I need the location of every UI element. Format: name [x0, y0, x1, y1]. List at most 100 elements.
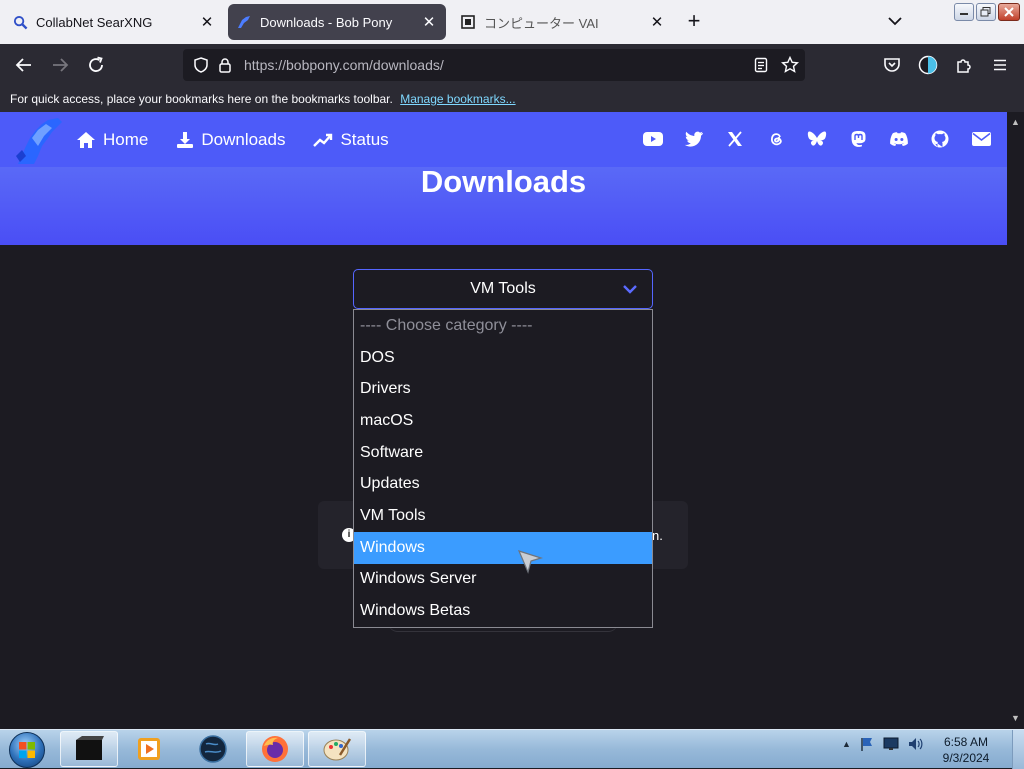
trending-up-icon — [313, 133, 333, 147]
scroll-down-arrow-icon[interactable]: ▼ — [1011, 714, 1020, 723]
site-header: Home Downloads Status — [0, 112, 1007, 167]
download-icon — [177, 132, 194, 148]
home-icon — [77, 132, 95, 148]
show-desktop-button[interactable] — [1012, 730, 1024, 769]
system-tray: ▲ — [842, 736, 923, 752]
option-windows-server[interactable]: Windows Server — [354, 564, 652, 596]
arrow-left-icon — [15, 58, 31, 72]
reader-view-icon[interactable] — [749, 53, 773, 77]
list-all-tabs-button[interactable] — [884, 10, 906, 32]
back-button[interactable] — [12, 53, 36, 77]
tab-downloads[interactable]: Downloads - Bob Pony ✕ — [228, 4, 446, 40]
extensions-puzzle-icon[interactable] — [952, 53, 976, 77]
option-macos[interactable]: macOS — [354, 405, 652, 437]
chevron-down-icon — [623, 285, 637, 294]
github-icon[interactable] — [930, 129, 950, 149]
url-text[interactable]: https://bobpony.com/downloads/ — [244, 57, 444, 73]
manage-bookmarks-link[interactable]: Manage bookmarks... — [400, 92, 515, 106]
arrow-right-icon — [53, 58, 69, 72]
info-alert-text: n. — [652, 528, 663, 543]
nav-downloads[interactable]: Downloads — [176, 130, 285, 150]
category-select-value: VM Tools — [470, 280, 536, 297]
dark-reader-extension-icon[interactable] — [916, 53, 940, 77]
bookmarks-hint: For quick access, place your bookmarks h… — [10, 92, 393, 106]
bobpony-logo-icon[interactable] — [12, 116, 64, 166]
mouse-cursor-icon — [517, 550, 544, 574]
option-software[interactable]: Software — [354, 437, 652, 469]
nav-home-label: Home — [103, 130, 149, 149]
system-clock[interactable]: 6:58 AM 9/3/2024 — [936, 734, 996, 766]
option-windows[interactable]: Windows — [354, 531, 652, 564]
show-hidden-icons-icon[interactable]: ▲ — [842, 739, 851, 749]
volume-speaker-icon[interactable] — [907, 736, 923, 752]
clock-date: 9/3/2024 — [942, 751, 990, 765]
tab-strip: CollabNet SearXNG ✕ Downloads - Bob Pony… — [0, 0, 1024, 44]
forward-button[interactable] — [48, 53, 72, 77]
scroll-up-arrow-icon[interactable]: ▲ — [1011, 118, 1020, 127]
option-updates[interactable]: Updates — [354, 468, 652, 500]
nav-status[interactable]: Status — [313, 130, 389, 150]
page-favicon-icon — [460, 14, 476, 30]
mastodon-icon[interactable] — [848, 129, 868, 149]
discord-icon[interactable] — [889, 129, 909, 149]
tab-title: CollabNet SearXNG — [36, 14, 153, 30]
menu-hamburger-icon[interactable] — [988, 53, 1012, 77]
nav-downloads-label: Downloads — [201, 130, 286, 149]
option-vm-tools[interactable]: VM Tools — [354, 500, 652, 532]
close-tab-icon[interactable]: ✕ — [420, 13, 438, 31]
minimize-button[interactable] — [954, 3, 974, 21]
nav-status-label: Status — [340, 130, 389, 149]
tab-searxng[interactable]: CollabNet SearXNG ✕ — [4, 4, 224, 40]
firefox-icon — [262, 736, 288, 762]
shield-icon[interactable] — [189, 53, 213, 77]
taskbar-media-player[interactable] — [120, 731, 178, 767]
network-monitor-icon[interactable] — [883, 736, 899, 752]
windows-logo-icon — [9, 731, 45, 768]
option-dos[interactable]: DOS — [354, 342, 652, 374]
bookmarks-toolbar: For quick access, place your bookmarks h… — [0, 86, 1024, 112]
web-page: Home Downloads Status Downloads VM Tools… — [0, 112, 1007, 729]
taskbar-firefox[interactable] — [246, 731, 304, 767]
option-windows-betas[interactable]: Windows Betas — [354, 595, 652, 627]
url-bar[interactable]: https://bobpony.com/downloads/ — [183, 49, 805, 81]
nav-home[interactable]: Home — [76, 130, 148, 150]
pocket-icon[interactable] — [880, 53, 904, 77]
youtube-icon[interactable] — [643, 129, 663, 149]
search-icon — [12, 14, 28, 30]
close-window-button[interactable] — [998, 3, 1020, 21]
new-tab-button[interactable]: + — [682, 10, 706, 34]
taskbar-globe-app[interactable] — [184, 731, 242, 767]
media-player-icon — [138, 738, 160, 760]
page-title: Downloads — [420, 164, 587, 199]
action-center-flag-icon[interactable] — [859, 736, 875, 752]
taskbar: ▲ 6:58 AM 9/3/2024 — [0, 729, 1024, 769]
lock-icon[interactable] — [213, 53, 237, 77]
option-drivers[interactable]: Drivers — [354, 373, 652, 405]
start-button[interactable] — [5, 731, 49, 768]
star-bookmark-icon[interactable] — [778, 53, 802, 77]
terminal-icon — [76, 736, 104, 760]
mail-icon[interactable] — [971, 129, 991, 149]
paint-palette-icon — [323, 738, 352, 761]
bluesky-icon[interactable] — [807, 129, 827, 149]
option-placeholder[interactable]: ---- Choose category ---- — [354, 310, 652, 342]
close-tab-icon[interactable]: ✕ — [198, 13, 216, 31]
globe-icon — [199, 735, 227, 763]
page-scrollbar[interactable]: ▲ ▼ — [1007, 112, 1024, 729]
twitter-icon[interactable] — [684, 129, 704, 149]
restore-button[interactable] — [976, 3, 996, 21]
category-select[interactable]: VM Tools — [353, 269, 653, 309]
hero-banner: Home Downloads Status Downloads — [0, 112, 1007, 245]
bobpony-favicon-icon — [236, 14, 252, 30]
x-icon[interactable] — [725, 129, 745, 149]
taskbar-paint[interactable] — [308, 731, 366, 767]
navigation-toolbar: https://bobpony.com/downloads/ — [0, 44, 1024, 86]
taskbar-terminal[interactable] — [60, 731, 118, 767]
close-tab-icon[interactable]: ✕ — [648, 13, 666, 31]
tab-vai[interactable]: コンピューター VAI ✕ — [452, 4, 674, 40]
category-dropdown-list: ---- Choose category ---- DOS Drivers ma… — [353, 309, 653, 628]
threads-icon[interactable] — [766, 129, 786, 149]
site-nav: Home Downloads Status — [76, 130, 389, 150]
reload-button[interactable] — [84, 53, 108, 77]
reload-icon — [89, 56, 103, 72]
